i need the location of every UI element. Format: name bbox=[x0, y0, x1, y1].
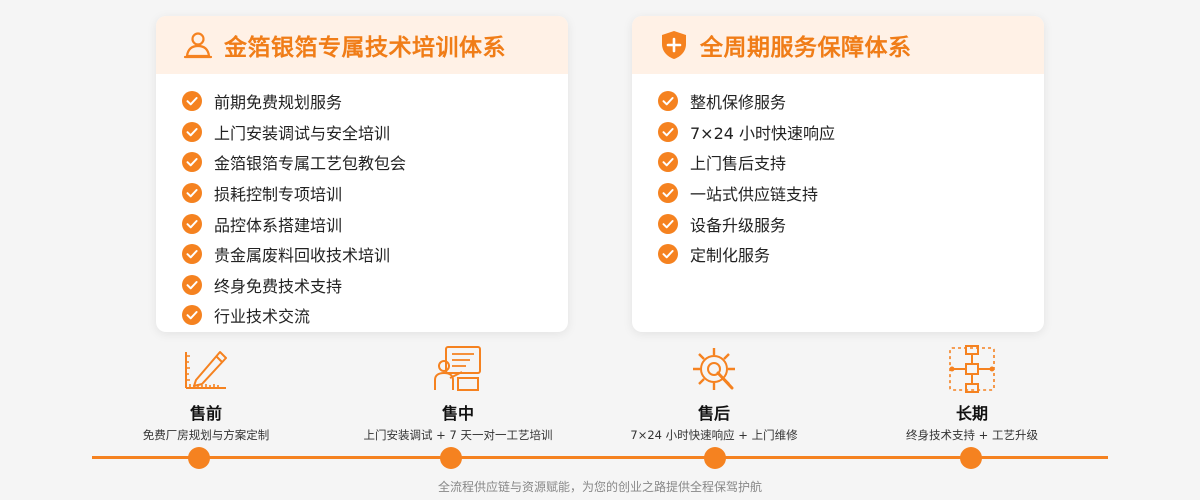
check-circle-icon bbox=[182, 183, 202, 204]
check-circle-icon bbox=[658, 152, 678, 173]
list-item: 损耗控制专项培训 bbox=[182, 178, 568, 209]
check-circle-icon bbox=[658, 213, 678, 234]
training-icon bbox=[432, 344, 484, 394]
list-item: 前期免费规划服务 bbox=[182, 86, 568, 117]
list-item-label: 上门售后支持 bbox=[690, 154, 787, 174]
timeline-dot-longterm bbox=[960, 447, 982, 469]
check-circle-icon bbox=[182, 121, 202, 142]
person-icon bbox=[182, 29, 214, 61]
stage-longterm-desc: 终身技术支持 + 工艺升级 bbox=[906, 428, 1038, 442]
list-item: 品控体系搭建培训 bbox=[182, 208, 568, 239]
check-circle-icon bbox=[658, 121, 678, 142]
list-item: 整机保修服务 bbox=[658, 86, 1044, 117]
list-item: 金箔银箔专属工艺包教包会 bbox=[182, 147, 568, 178]
timeline-dot-insale bbox=[440, 447, 462, 469]
gear-wrench-icon bbox=[688, 344, 740, 394]
upgrade-icon bbox=[946, 344, 998, 394]
check-circle-icon bbox=[182, 152, 202, 173]
stage-aftersale-title: 售后 bbox=[697, 404, 730, 423]
list-item-label: 上门安装调试与安全培训 bbox=[214, 123, 391, 143]
footer-note: 全流程供应链与资源赋能，为您的创业之路提供全程保驾护航 bbox=[437, 480, 762, 494]
service-card-header: 全周期服务保障体系 bbox=[632, 16, 1044, 74]
list-item: 上门售后支持 bbox=[658, 147, 1044, 178]
list-item-label: 设备升级服务 bbox=[690, 215, 787, 235]
timeline-line bbox=[92, 456, 1108, 459]
stage-aftersale-desc: 7×24 小时快速响应 + 上门维修 bbox=[630, 428, 798, 442]
list-item: 设备升级服务 bbox=[658, 208, 1044, 239]
list-item-label: 金箔银箔专属工艺包教包会 bbox=[214, 154, 407, 174]
list-item-label: 7×24 小时快速响应 bbox=[690, 123, 836, 143]
stage-longterm-title: 长期 bbox=[955, 404, 988, 423]
check-circle-icon bbox=[658, 183, 678, 204]
timeline-dot-presale bbox=[188, 447, 210, 469]
list-item: 行业技术交流 bbox=[182, 300, 568, 331]
stage-presale-desc: 免费厂房规划与方案定制 bbox=[142, 428, 270, 442]
stage-longterm: 长期 终身技术支持 + 工艺升级 bbox=[852, 344, 1092, 443]
stage-presale: 售前 免费厂房规划与方案定制 bbox=[86, 344, 326, 443]
check-circle-icon bbox=[182, 274, 202, 295]
list-item-label: 定制化服务 bbox=[690, 246, 771, 266]
list-item: 定制化服务 bbox=[658, 239, 1044, 270]
stage-presale-title: 售前 bbox=[189, 404, 222, 423]
service-list: 整机保修服务 7×24 小时快速响应 上门售后支持一站式供应链支持 设备升级服务 定制化… bbox=[632, 74, 1044, 270]
service-card-title: 全周期服务保障体系 bbox=[700, 35, 912, 61]
list-item: 终身免费技术支持 bbox=[182, 270, 568, 301]
ruler-pencil-icon bbox=[180, 344, 232, 394]
list-item: 上门安装调试与安全培训 bbox=[182, 117, 568, 148]
training-card-header: 金箔银箔专属技术培训体系 bbox=[156, 16, 568, 74]
check-circle-icon bbox=[182, 91, 202, 112]
list-item: 一站式供应链支持 bbox=[658, 178, 1044, 209]
stage-insale: 售中 上门安装调试 + 7 天一对一工艺培训 bbox=[338, 344, 578, 443]
stage-insale-desc: 上门安装调试 + 7 天一对一工艺培训 bbox=[363, 428, 553, 442]
list-item-label: 品控体系搭建培训 bbox=[214, 215, 343, 235]
shield-plus-icon bbox=[658, 29, 690, 61]
check-circle-icon bbox=[658, 244, 678, 265]
training-card-title: 金箔银箔专属技术培训体系 bbox=[224, 35, 506, 61]
stage-aftersale: 售后 7×24 小时快速响应 + 上门维修 bbox=[594, 344, 834, 443]
list-item: 贵金属废料回收技术培训 bbox=[182, 239, 568, 270]
timeline-dot-aftersale bbox=[704, 447, 726, 469]
list-item: 7×24 小时快速响应 bbox=[658, 117, 1044, 148]
check-circle-icon bbox=[182, 305, 202, 326]
training-list: 前期免费规划服务上门安装调试与安全培训 金箔银箔专属工艺包教包会 损耗控制专项培训品… bbox=[156, 74, 568, 331]
list-item-label: 损耗控制专项培训 bbox=[214, 185, 343, 205]
list-item-label: 行业技术交流 bbox=[214, 307, 311, 327]
list-item-label: 前期免费规划服务 bbox=[214, 93, 343, 113]
training-system-card: 金箔银箔专属技术培训体系 前期免费规划服务上门安装调试与安全培训 金箔银箔专属工艺… bbox=[156, 16, 568, 332]
stage-insale-title: 售中 bbox=[441, 404, 474, 423]
check-circle-icon bbox=[182, 244, 202, 265]
service-system-card: 全周期服务保障体系 整机保修服务 7×24 小时快速响应 上门售后支持一站式供应链支… bbox=[632, 16, 1044, 332]
list-item-label: 一站式供应链支持 bbox=[690, 185, 819, 205]
check-circle-icon bbox=[658, 91, 678, 112]
list-item-label: 终身免费技术支持 bbox=[214, 276, 343, 296]
check-circle-icon bbox=[182, 213, 202, 234]
list-item-label: 整机保修服务 bbox=[690, 93, 787, 113]
list-item-label: 贵金属废料回收技术培训 bbox=[214, 246, 391, 266]
